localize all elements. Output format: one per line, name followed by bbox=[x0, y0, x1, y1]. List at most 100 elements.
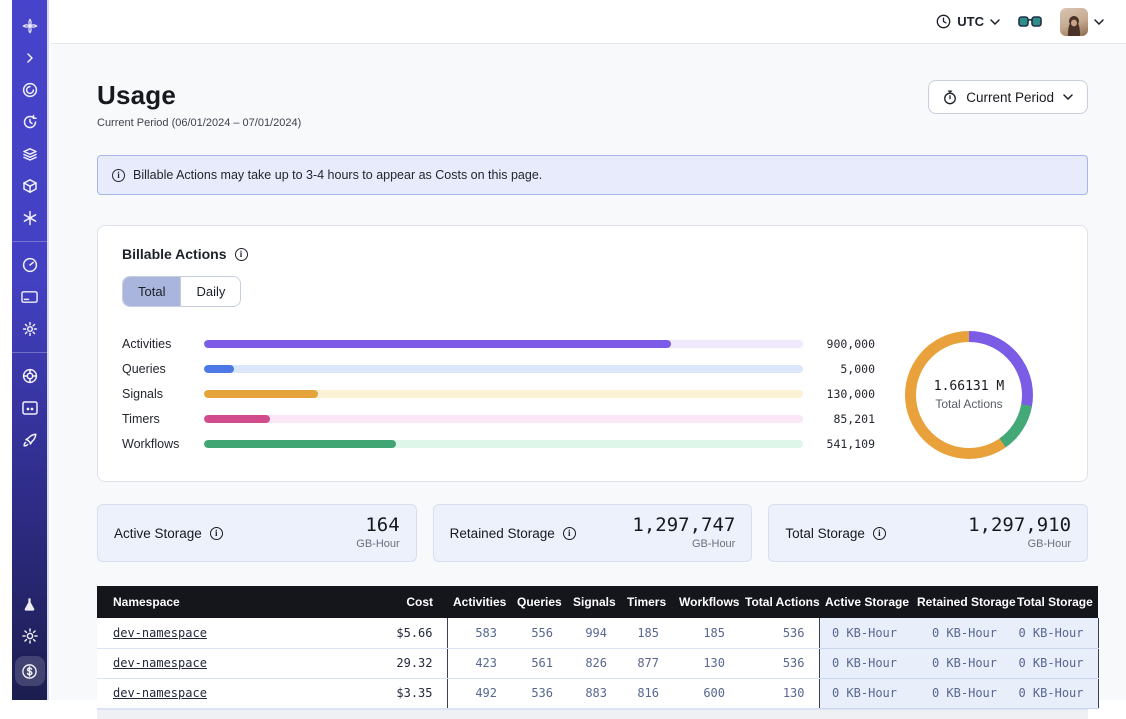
table-cell: 130 bbox=[739, 678, 819, 708]
namespace-link[interactable]: dev-namespace bbox=[113, 656, 207, 670]
table-cell: 536 bbox=[511, 678, 567, 708]
bar-fill bbox=[204, 390, 318, 398]
bar-track bbox=[204, 390, 803, 398]
glasses-icon[interactable] bbox=[1018, 15, 1042, 28]
bar-row: Activities900,000 bbox=[122, 331, 875, 356]
user-menu[interactable] bbox=[1060, 8, 1104, 36]
timezone-selector[interactable]: UTC bbox=[936, 14, 1000, 29]
billing-card-icon[interactable] bbox=[16, 285, 44, 309]
table-cell: 583 bbox=[447, 618, 511, 648]
retained-storage-card: Retained Storage i 1,297,747 GB-Hour bbox=[433, 504, 753, 562]
user-avatar[interactable] bbox=[1060, 8, 1088, 36]
title-block: Usage Current Period (06/01/2024 – 07/01… bbox=[97, 80, 301, 129]
schedules-history-icon[interactable] bbox=[16, 110, 44, 134]
settings-gear-icon[interactable] bbox=[16, 317, 44, 341]
table-cell: 130 bbox=[673, 648, 739, 678]
billable-actions-title: Billable Actions bbox=[122, 246, 227, 262]
usage-gauge-icon[interactable] bbox=[16, 253, 44, 277]
clipped-table-row bbox=[97, 709, 1088, 719]
table-cell: 0 KB-Hour bbox=[1011, 618, 1098, 648]
namespace-cell[interactable]: dev-namespace bbox=[97, 678, 347, 708]
table-row: dev-namespace29.324235618268771305360 KB… bbox=[97, 648, 1098, 678]
sidebar-divider bbox=[12, 352, 47, 353]
storage-label: Total Storage i bbox=[785, 526, 886, 541]
tab-total[interactable]: Total bbox=[123, 277, 180, 306]
sidebar-divider bbox=[12, 241, 47, 242]
deployments-cube-icon[interactable] bbox=[16, 174, 44, 198]
temporal-logo-icon[interactable] bbox=[16, 14, 44, 38]
terminal-icon[interactable] bbox=[16, 396, 44, 420]
donut-total-value: 1.66131 M bbox=[934, 379, 1004, 394]
billable-actions-card: Billable Actions i Total Daily Activitie… bbox=[97, 225, 1088, 482]
storage-label: Retained Storage i bbox=[450, 526, 576, 541]
storage-unit: GB-Hour bbox=[632, 538, 735, 550]
total-storage-card: Total Storage i 1,297,910 GB-Hour bbox=[768, 504, 1088, 562]
storage-value-block: 164 GB-Hour bbox=[356, 516, 399, 550]
sidebar bbox=[12, 0, 49, 700]
column-header: Activities bbox=[447, 586, 511, 618]
table-cell: 561 bbox=[511, 648, 567, 678]
storage-value: 164 bbox=[356, 516, 399, 536]
storage-cards-row: Active Storage i 164 GB-Hour Retained St… bbox=[97, 504, 1088, 562]
table-cell: 0 KB-Hour bbox=[1011, 678, 1098, 708]
table-cell: 826 bbox=[567, 648, 621, 678]
title-row: Usage Current Period (06/01/2024 – 07/01… bbox=[97, 80, 1088, 129]
column-header: Cost bbox=[347, 586, 447, 618]
donut-center: 1.66131 M Total Actions bbox=[916, 342, 1022, 448]
storage-value-block: 1,297,747 GB-Hour bbox=[632, 516, 735, 550]
namespace-cell[interactable]: dev-namespace bbox=[97, 618, 347, 648]
batch-asterisk-icon[interactable] bbox=[16, 206, 44, 230]
table-header: NamespaceCostActivitiesQueriesSignalsTim… bbox=[97, 586, 1098, 618]
bar-category-label: Workflows bbox=[122, 437, 196, 451]
theme-sun-icon[interactable] bbox=[16, 624, 44, 648]
table-cell: 877 bbox=[621, 648, 673, 678]
table-cell: 0 KB-Hour bbox=[911, 678, 1011, 708]
table-cell: 883 bbox=[567, 678, 621, 708]
table-row: dev-namespace$3.354925368838166001300 KB… bbox=[97, 678, 1098, 708]
layers-icon[interactable] bbox=[16, 142, 44, 166]
storage-label-text: Active Storage bbox=[114, 526, 202, 541]
topbar: UTC bbox=[51, 0, 1126, 44]
table-cell: 0 KB-Hour bbox=[1011, 648, 1098, 678]
bar-value: 130,000 bbox=[813, 387, 875, 401]
storage-value: 1,297,747 bbox=[632, 516, 735, 536]
period-dropdown-button[interactable]: Current Period bbox=[928, 80, 1088, 114]
table-cell: $5.66 bbox=[347, 618, 447, 648]
page-subtitle: Current Period (06/01/2024 – 07/01/2024) bbox=[97, 117, 301, 129]
pricing-dollar-icon[interactable] bbox=[15, 656, 45, 686]
support-lifebuoy-icon[interactable] bbox=[16, 364, 44, 388]
storage-unit: GB-Hour bbox=[968, 538, 1071, 550]
labs-flask-icon[interactable] bbox=[16, 592, 44, 616]
tab-daily[interactable]: Daily bbox=[180, 277, 240, 306]
namespace-cell[interactable]: dev-namespace bbox=[97, 648, 347, 678]
period-button-label: Current Period bbox=[966, 90, 1054, 105]
bar-fill bbox=[204, 340, 671, 348]
storage-label-text: Total Storage bbox=[785, 526, 865, 541]
bar-category-label: Activities bbox=[122, 337, 196, 351]
bar-category-label: Queries bbox=[122, 362, 196, 376]
bar-value: 85,201 bbox=[813, 412, 875, 426]
info-icon[interactable]: i bbox=[235, 248, 248, 261]
storage-unit: GB-Hour bbox=[356, 538, 399, 550]
namespace-link[interactable]: dev-namespace bbox=[113, 686, 207, 700]
chevron-expand-icon[interactable] bbox=[16, 46, 44, 70]
namespace-link[interactable]: dev-namespace bbox=[113, 626, 207, 640]
donut-column: 1.66131 M Total Actions bbox=[875, 331, 1063, 459]
chevron-down-icon bbox=[1094, 19, 1104, 25]
column-header: Total Actions bbox=[739, 586, 819, 618]
column-header: Timers bbox=[621, 586, 673, 618]
column-header: Retained Storage bbox=[911, 586, 1011, 618]
column-header: Signals bbox=[567, 586, 621, 618]
getting-started-rocket-icon[interactable] bbox=[16, 428, 44, 452]
storage-value-block: 1,297,910 GB-Hour bbox=[968, 516, 1071, 550]
info-icon[interactable]: i bbox=[873, 527, 886, 540]
table-cell: 0 KB-Hour bbox=[819, 618, 911, 648]
namespaces-icon[interactable] bbox=[16, 78, 44, 102]
bar-row: Workflows541,109 bbox=[122, 431, 875, 456]
info-icon[interactable]: i bbox=[563, 527, 576, 540]
table-cell: 29.32 bbox=[347, 648, 447, 678]
chevron-down-icon bbox=[990, 19, 1000, 25]
info-icon[interactable]: i bbox=[210, 527, 223, 540]
bar-track bbox=[204, 340, 803, 348]
info-banner: i Billable Actions may take up to 3-4 ho… bbox=[97, 155, 1088, 195]
